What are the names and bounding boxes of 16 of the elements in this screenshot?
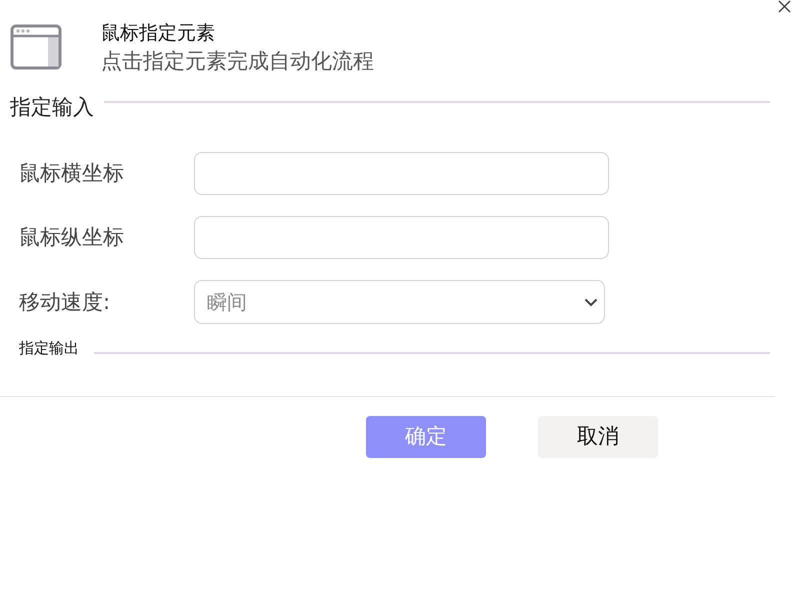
confirm-button[interactable]: 确定 [366, 416, 486, 458]
dialog-subtitle: 点击指定元素完成自动化流程 [101, 48, 374, 75]
chevron-down-icon [584, 298, 598, 306]
select-dropdown[interactable]: 瞬间 [194, 280, 605, 324]
section-title: 指定输出 [19, 339, 79, 357]
cancel-button[interactable]: 取消 [538, 416, 658, 458]
field-label: 鼠标纵坐标 [19, 225, 124, 249]
field-label: 鼠标横坐标 [19, 161, 124, 185]
close-icon [778, 0, 791, 13]
input-field[interactable] [194, 216, 609, 259]
section-title: 指定输入 [10, 94, 94, 121]
input-field[interactable] [194, 152, 609, 195]
dialog-title: 鼠标指定元素 [101, 21, 216, 45]
field-label: 移动速度: [19, 290, 110, 314]
close-button[interactable] [778, 0, 791, 13]
browser-window-icon [10, 24, 62, 70]
